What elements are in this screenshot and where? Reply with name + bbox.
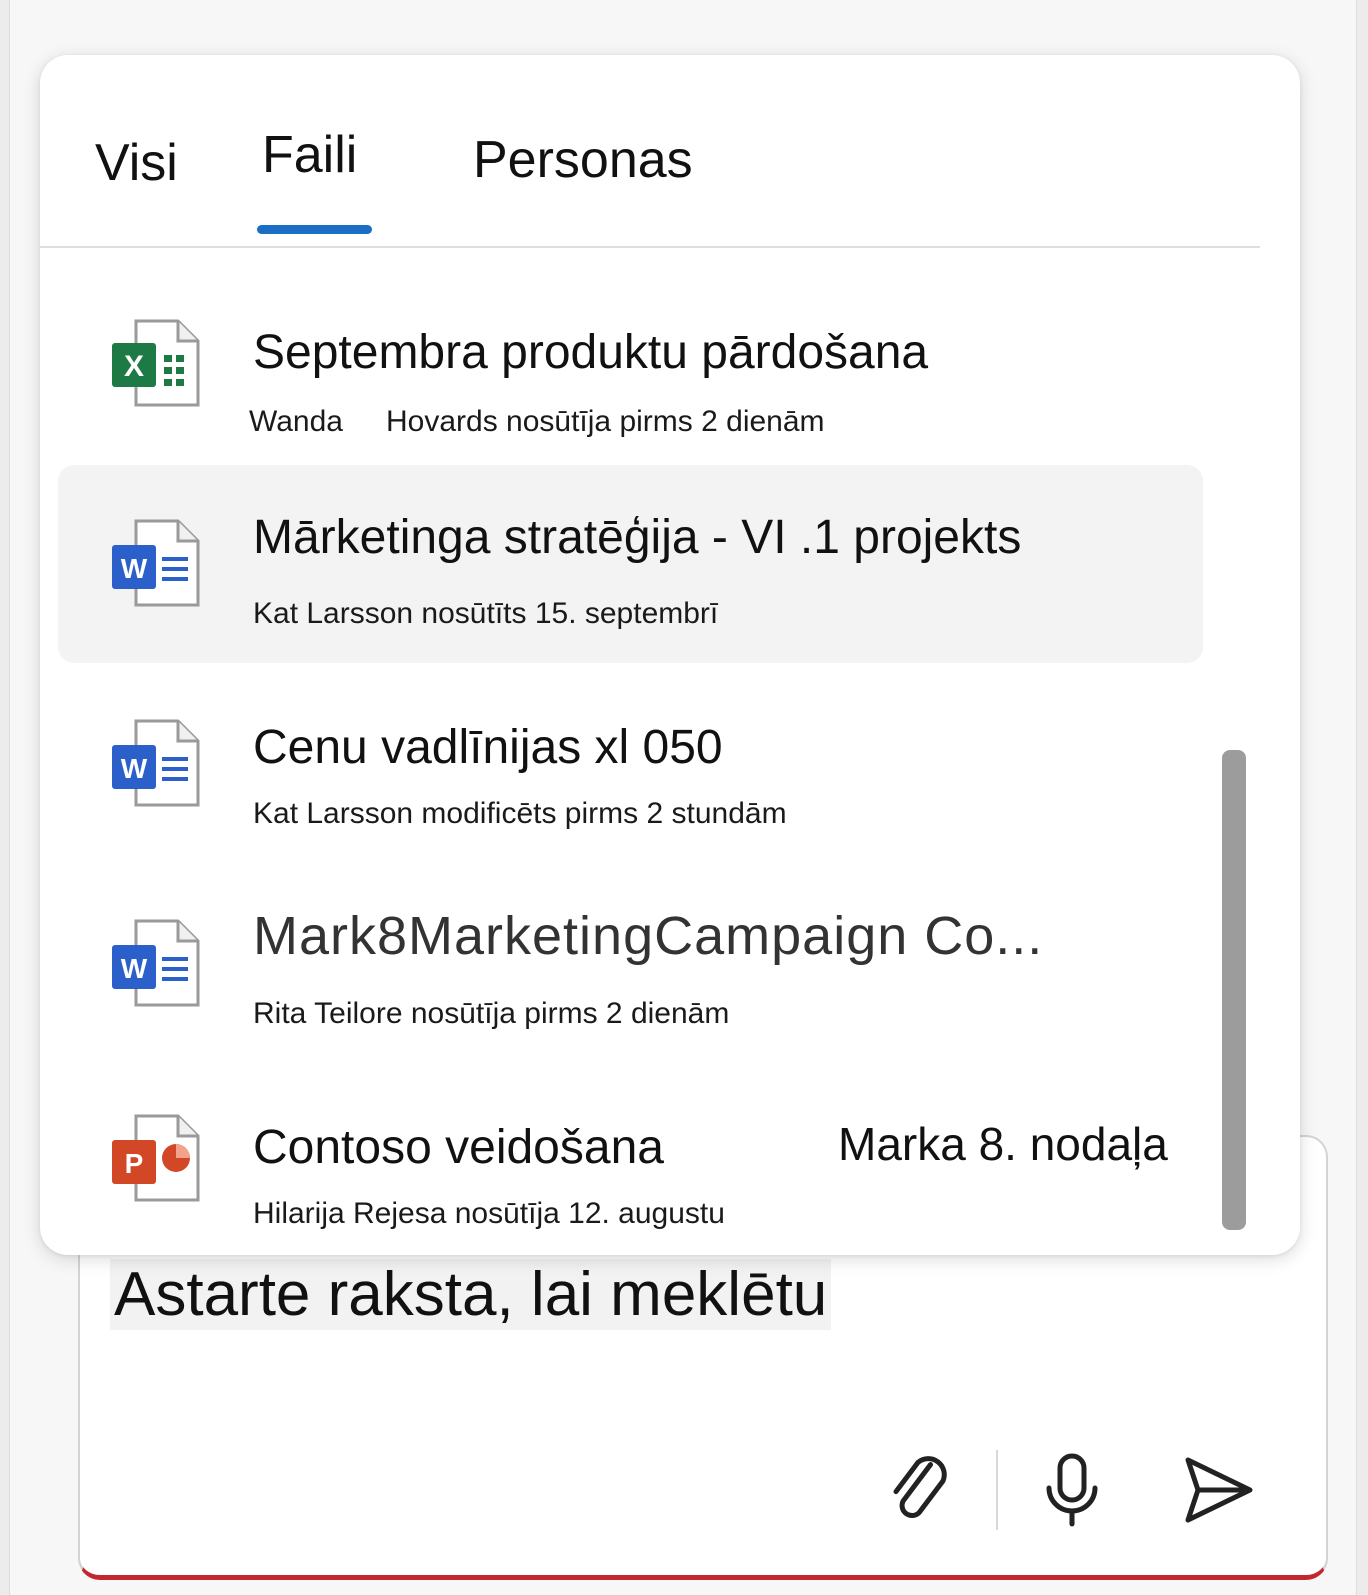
file-meta: Hovards nosūtīja pirms 2 dienām xyxy=(386,405,825,438)
composer-placeholder[interactable]: Astarte raksta, lai meklētu xyxy=(110,1259,832,1330)
file-picker-panel: Visi Faili Personas X Septembra produktu… xyxy=(40,55,1300,1255)
active-tab-indicator xyxy=(257,225,372,234)
file-title: Mark8MarketingCampaign Co... xyxy=(253,906,1044,966)
toolbar-divider xyxy=(996,1450,998,1530)
file-title: Septembra produktu pārdošana xyxy=(253,326,929,379)
svg-text:P: P xyxy=(125,1148,144,1179)
scrollbar-thumb[interactable] xyxy=(1222,750,1246,1230)
microphone-icon xyxy=(1046,1453,1098,1527)
file-location: Marka 8. nodaļa xyxy=(838,1118,1168,1170)
list-item[interactable]: W Cenu vadlīnijas xl 050 Kat Larsson mod… xyxy=(58,665,1203,863)
file-owner: Wanda xyxy=(249,405,343,438)
file-title: Contoso veidošana xyxy=(253,1121,664,1174)
send-button[interactable] xyxy=(1170,1445,1266,1535)
file-meta: Kat Larsson nosūtīts 15. septembrī xyxy=(253,597,719,630)
send-icon xyxy=(1185,1457,1253,1523)
right-rail xyxy=(1356,0,1368,1595)
file-meta: Hilarija Rejesa nosūtīja 12. augustu xyxy=(253,1197,725,1230)
file-meta: Rita Teilore nosūtīja pirms 2 dienām xyxy=(253,997,730,1030)
tab-all[interactable]: Visi xyxy=(95,133,178,193)
file-title: Cenu vadlīnijas xl 050 xyxy=(253,721,723,774)
excel-icon: X xyxy=(112,319,200,407)
tab-bar: Visi Faili Personas xyxy=(40,55,1260,248)
svg-text:W: W xyxy=(121,753,148,784)
svg-text:W: W xyxy=(121,553,148,584)
word-icon: W xyxy=(112,519,200,607)
left-rail xyxy=(0,0,10,1595)
svg-text:X: X xyxy=(124,350,144,383)
list-item[interactable]: W Mark8MarketingCampaign Co... Rita Teil… xyxy=(58,865,1203,1063)
word-icon: W xyxy=(112,719,200,807)
list-item[interactable]: X Septembra produktu pārdošana Wanda Hov… xyxy=(58,265,1203,463)
word-icon: W xyxy=(112,919,200,1007)
file-title: Mārketinga stratēģija - VI .1 projekts xyxy=(253,511,1022,564)
attach-button[interactable] xyxy=(874,1445,970,1535)
list-item[interactable]: P Contoso veidošana Marka 8. nodaļa Hila… xyxy=(58,1065,1203,1263)
tab-files[interactable]: Faili xyxy=(262,125,357,185)
microphone-button[interactable] xyxy=(1024,1445,1120,1535)
svg-text:W: W xyxy=(121,953,148,984)
file-meta: Kat Larsson modificēts pirms 2 stundām xyxy=(253,797,787,830)
tab-people[interactable]: Personas xyxy=(473,130,693,190)
list-item-selected[interactable]: W Mārketinga stratēģija - VI .1 projekts… xyxy=(58,465,1203,663)
powerpoint-icon: P xyxy=(112,1114,200,1202)
composer-toolbar xyxy=(874,1445,1266,1535)
paperclip-icon xyxy=(893,1456,947,1519)
